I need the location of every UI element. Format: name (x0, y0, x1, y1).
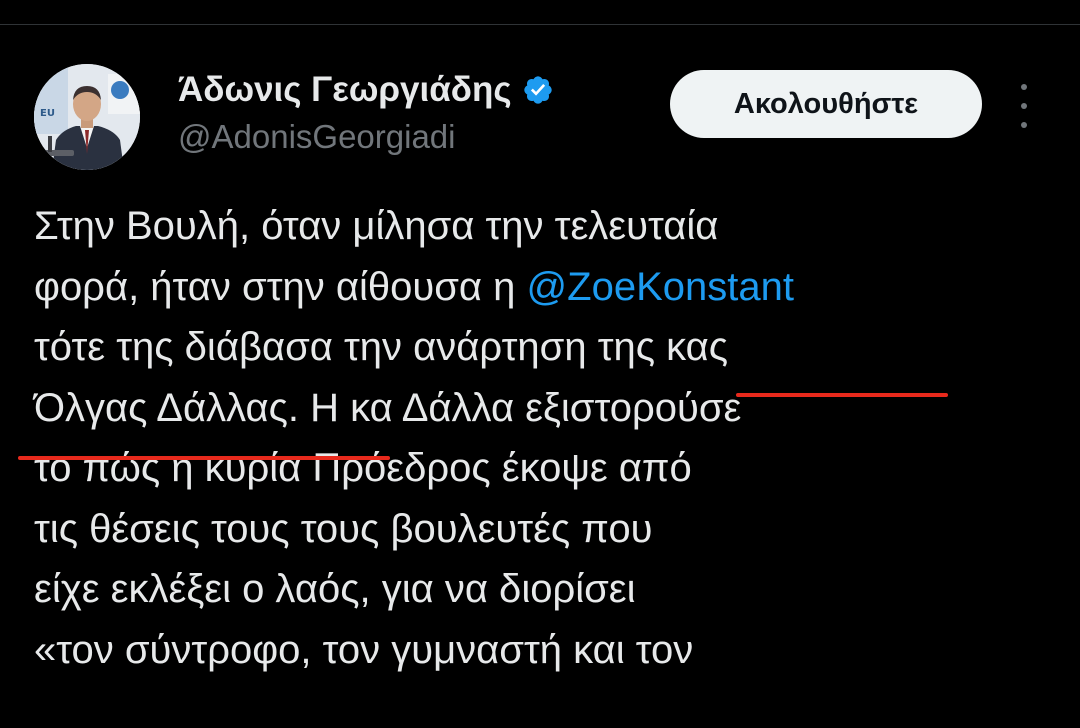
red-underline-annotation (736, 393, 948, 397)
top-divider (0, 24, 1080, 25)
tweet-text-segment: φορά, ήταν στην αίθουσα η (34, 264, 527, 309)
verified-badge-icon (522, 74, 554, 106)
tweet-text: Στην Βουλή, όταν μίλησα την τελευταία φο… (34, 196, 1034, 680)
red-underline-annotation (18, 456, 390, 460)
tweet-line: φορά, ήταν στην αίθουσα η @ZoeKonstant (34, 257, 1034, 318)
author-handle[interactable]: @AdonisGeorgiadi (178, 118, 456, 156)
tweet-line: «τον σύντροφο, τον γυμναστή και τον (34, 627, 694, 672)
author-name-text: Άδωνις Γεωργιάδης (178, 70, 512, 109)
author-name[interactable]: Άδωνις Γεωργιάδης (178, 70, 554, 110)
avatar[interactable]: EU (34, 64, 140, 170)
mention-link[interactable]: @ZoeKonstant (527, 265, 794, 309)
more-dot (1021, 84, 1027, 90)
tweet-line: είχε εκλέξει ο λαός, για να διορίσει (34, 567, 636, 611)
highlighted-text: της κας (597, 325, 729, 369)
avatar-photo: EU (34, 64, 140, 170)
follow-button[interactable]: Ακολουθήστε (670, 70, 982, 138)
more-options-icon[interactable] (1006, 80, 1042, 132)
svg-text:EU: EU (40, 108, 55, 119)
more-dot (1021, 122, 1027, 128)
tweet-line: τις θέσεις τους τους βουλευτές που (34, 506, 653, 551)
tweet-line: τότε της διάβασα την ανάρτηση της κας (34, 317, 1034, 378)
tweet-line: Στην Βουλή, όταν μίλησα την τελευταία (34, 204, 719, 248)
more-dot (1021, 103, 1027, 109)
tweet-text-segment: τότε της διάβασα την ανάρτηση (34, 325, 598, 369)
highlighted-text: Όλγας Δάλλας. (34, 385, 300, 430)
tweet-line: το πώς η κυρία Πρόεδρος έκοψε από (34, 446, 692, 490)
tweet-text-segment: Η κα Δάλλα εξιστορούσε (299, 385, 742, 430)
tweet-line: Όλγας Δάλλας. Η κα Δάλλα εξιστορούσε (34, 378, 1034, 439)
